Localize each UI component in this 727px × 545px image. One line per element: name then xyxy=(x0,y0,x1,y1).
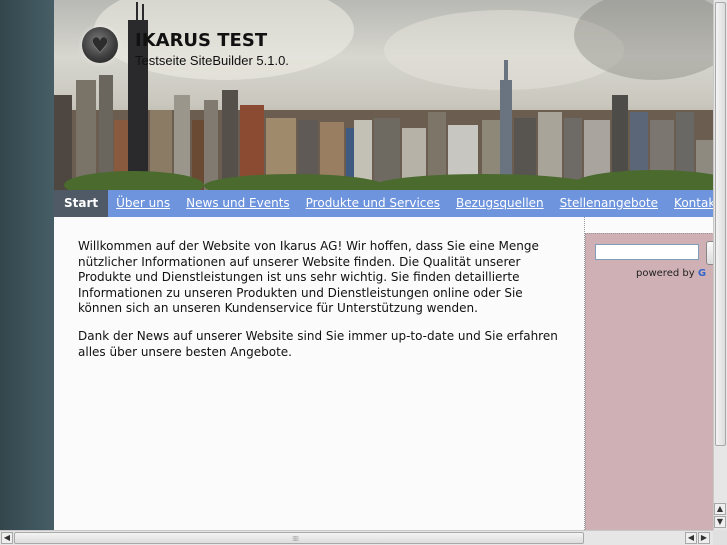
nav-item-produkte-und-services[interactable]: Produkte und Services xyxy=(298,190,448,217)
welcome-paragraph: Willkommen auf der Website von Ikarus AG… xyxy=(78,239,539,316)
vertical-scroll-thumb[interactable] xyxy=(715,2,726,446)
arrow-left-icon[interactable]: ◀ xyxy=(1,532,13,544)
page-container: ♥ IKARUS TEST Testseite SiteBuilder 5.1.… xyxy=(54,0,713,530)
horizontal-scroll-thumb[interactable]: ⁞⁞⁞⁞⁞ xyxy=(14,532,584,544)
nav-item-bezugsquellen[interactable]: Bezugsquellen xyxy=(448,190,552,217)
page-background-left xyxy=(0,0,54,530)
vertical-scrollbar[interactable]: ▲ ▼ xyxy=(713,0,727,530)
scrollbar-corner xyxy=(713,530,727,545)
arrow-up-icon[interactable]: ▲ xyxy=(714,503,726,515)
sidebar: powered by G xyxy=(585,233,713,530)
scroll-grip-icon: ⁞⁞⁞⁞⁞ xyxy=(292,535,299,543)
arrow-left-icon[interactable]: ◀ xyxy=(685,532,697,544)
nav-item-kontakt[interactable]: Kontakt xyxy=(666,190,713,217)
arrow-down-icon[interactable]: ▼ xyxy=(714,516,726,528)
news-paragraph: Dank der News auf unserer Website sind S… xyxy=(78,329,558,359)
google-logo: G xyxy=(697,268,707,279)
search-button[interactable] xyxy=(706,241,713,265)
horizontal-scrollbar[interactable]: ◀ ⁞⁞⁞⁞⁞ ◀ ▶ xyxy=(0,530,713,545)
main-content: Willkommen auf der Website von Ikarus AG… xyxy=(54,217,585,530)
powered-by-text: powered by xyxy=(636,268,695,279)
site-subtitle: Testseite SiteBuilder 5.1.0. xyxy=(135,53,289,68)
search-input[interactable] xyxy=(595,244,699,260)
city-skyline-image xyxy=(54,2,713,190)
main-navigation: Start Über uns News und Events Produkte … xyxy=(54,190,713,217)
nav-item-ueber-uns[interactable]: Über uns xyxy=(108,190,178,217)
site-title: IKARUS TEST xyxy=(135,30,268,51)
arrow-right-icon[interactable]: ▶ xyxy=(698,532,710,544)
header-banner: ♥ IKARUS TEST Testseite SiteBuilder 5.1.… xyxy=(54,0,713,190)
powered-by-label: powered by G xyxy=(636,268,706,279)
nav-item-stellenangebote[interactable]: Stellenangebote xyxy=(552,190,666,217)
nav-item-news-und-events[interactable]: News und Events xyxy=(178,190,298,217)
logo[interactable]: ♥ xyxy=(82,27,118,63)
heart-icon: ♥ xyxy=(91,33,109,57)
nav-item-start[interactable]: Start xyxy=(54,190,109,217)
